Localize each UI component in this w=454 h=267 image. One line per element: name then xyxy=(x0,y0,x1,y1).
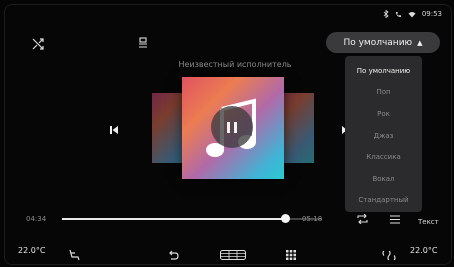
skip-previous-icon xyxy=(110,126,118,134)
repeat-icon xyxy=(356,214,368,224)
eq-preset-menu: По умолчанию Поп Рок Джаз Классика Вокал Станд… xyxy=(345,56,422,212)
triangle-up-icon: ▲ xyxy=(417,38,423,47)
elapsed-time: 04:34 xyxy=(26,215,47,223)
pause-icon-bar xyxy=(227,121,230,133)
progress-track[interactable] xyxy=(62,214,322,223)
pause-button[interactable] xyxy=(211,106,253,148)
bluetooth-icon xyxy=(383,10,389,18)
shuffle-icon[interactable] xyxy=(30,36,46,52)
eq-preset-option[interactable]: Стандартный xyxy=(345,190,422,212)
temp-left[interactable]: 22.0°C xyxy=(18,246,45,264)
total-duration: 05:18 xyxy=(302,215,323,223)
eq-preset-option[interactable]: Джаз xyxy=(345,125,422,147)
clock-text: 09:53 xyxy=(421,10,442,18)
usb-source-icon[interactable] xyxy=(136,36,150,50)
progress-fill xyxy=(62,218,286,220)
grid-icon xyxy=(286,250,296,260)
eq-preset-option[interactable]: Вокал xyxy=(345,168,422,190)
back-button[interactable] xyxy=(166,246,180,264)
apps-grid-button[interactable] xyxy=(284,246,298,264)
status-bar: 09:53 xyxy=(383,10,442,18)
wifi-icon xyxy=(408,11,416,18)
artist-name: Неизвестный исполнитель xyxy=(178,60,292,69)
air-recirculation-button[interactable] xyxy=(380,246,398,264)
phone-icon xyxy=(395,11,402,18)
seat-icon xyxy=(69,249,80,261)
temp-right[interactable]: 22.0°C xyxy=(410,246,437,264)
dashboard-icon xyxy=(220,250,246,260)
eq-preset-label: По умолчанию xyxy=(343,37,413,48)
eq-preset-option[interactable]: Классика xyxy=(345,146,422,168)
playlist-button[interactable] xyxy=(389,213,401,225)
seat-heat-button[interactable] xyxy=(66,246,82,264)
recirculation-icon xyxy=(382,250,396,260)
lyrics-text-button[interactable]: Текст xyxy=(418,218,439,226)
eq-preset-option[interactable]: По умолчанию xyxy=(345,60,422,82)
repeat-button[interactable] xyxy=(355,213,369,225)
eq-preset-option[interactable]: Рок xyxy=(345,103,422,125)
pause-icon-bar xyxy=(234,121,237,133)
menu-bar-button[interactable] xyxy=(219,246,247,264)
eq-preset-option[interactable]: Поп xyxy=(345,82,422,104)
previous-track-button[interactable] xyxy=(107,123,121,137)
eq-preset-button[interactable]: По умолчанию ▲ xyxy=(326,32,440,53)
list-icon xyxy=(390,214,400,224)
back-arrow-icon xyxy=(169,250,179,260)
